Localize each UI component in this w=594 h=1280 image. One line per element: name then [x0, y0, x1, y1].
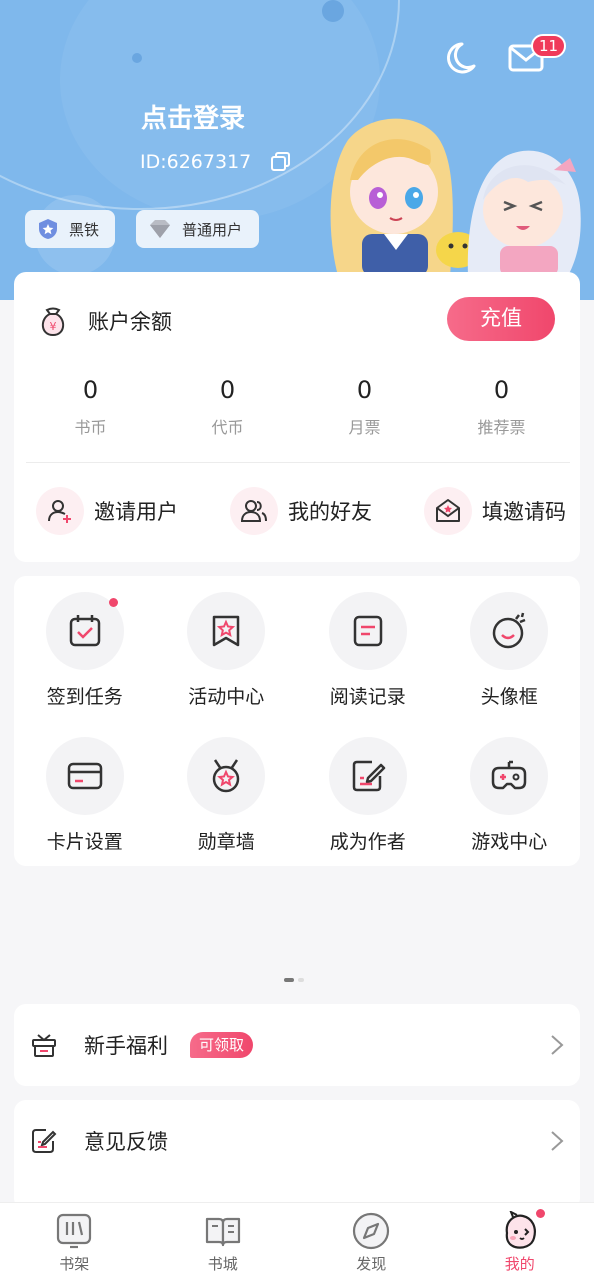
grid-item-label: 游戏中心	[471, 831, 548, 853]
user-id: ID:6267317	[140, 151, 252, 173]
calendar-check-icon	[45, 592, 124, 670]
compass-icon	[353, 1212, 390, 1250]
grid-item-card-settings[interactable]: 卡片设置	[14, 737, 156, 882]
nav-discover[interactable]: 发现	[297, 1203, 446, 1280]
stat-value: 0	[82, 376, 99, 404]
bookshelf-icon	[57, 1213, 92, 1249]
grid-item-avatar-frame[interactable]: 头像框	[439, 592, 581, 737]
bottom-nav: 书架 书城 发现 我的	[0, 1202, 594, 1280]
page-indicator-active	[284, 978, 294, 982]
svg-text:¥: ¥	[50, 320, 57, 333]
level-chip-label: 黑铁	[69, 220, 100, 239]
nav-label: 我的	[504, 1255, 535, 1273]
grid-item-label: 阅读记录	[329, 686, 406, 708]
mascot-illustration	[330, 118, 581, 276]
stat-label: 书币	[74, 418, 107, 437]
stat-monthly-tickets[interactable]: 0 月票	[296, 376, 433, 438]
notification-dot	[108, 598, 118, 607]
stat-tokens[interactable]: 0 代币	[159, 376, 296, 438]
message-badge: 11	[531, 34, 567, 58]
newbie-benefits-card[interactable]: 新手福利 可领取	[14, 1004, 580, 1086]
grid-item-label: 签到任务	[46, 686, 123, 708]
header-decoration-dot	[322, 0, 344, 22]
invite-user-label: 邀请用户	[94, 500, 178, 524]
notification-dot	[535, 1209, 545, 1218]
profile-header: 11 点击登录 ID:6267317 黑铁 普通用户	[0, 0, 594, 300]
nav-mine[interactable]: 我的	[446, 1203, 594, 1280]
edit-icon	[328, 737, 407, 815]
grid-item-game-center[interactable]: 游戏中心	[439, 737, 581, 882]
gamepad-icon	[470, 737, 549, 815]
balance-stats: 0 书币 0 代币 0 月票 0 推荐票	[14, 376, 580, 438]
book-store-icon	[205, 1217, 240, 1247]
user-type-label: 普通用户	[182, 220, 243, 239]
medal-icon	[187, 737, 266, 815]
my-friends-button[interactable]: 我的好友	[230, 487, 372, 535]
nav-label: 书架	[59, 1255, 90, 1273]
nav-label: 发现	[356, 1255, 387, 1273]
stat-label: 推荐票	[477, 418, 526, 437]
grid-item-label: 活动中心	[188, 686, 265, 708]
invite-code-button[interactable]: 填邀请码	[424, 487, 566, 535]
nav-label: 书城	[207, 1255, 238, 1273]
newbie-benefits-label: 新手福利	[84, 1034, 168, 1058]
feature-grid: 签到任务 活动中心 阅读记录 头像框 卡片设置 勋章墙 成为作者 游戏中心	[14, 592, 580, 882]
stat-value: 0	[356, 376, 373, 404]
avatar-frame-icon	[470, 592, 549, 670]
diamond-icon	[150, 220, 170, 238]
my-friends-label: 我的好友	[288, 500, 372, 524]
card-icon	[45, 737, 124, 815]
invite-code-label: 填邀请码	[482, 500, 566, 524]
document-icon	[328, 592, 407, 670]
grid-item-label: 头像框	[480, 686, 538, 708]
grid-item-reading-history[interactable]: 阅读记录	[297, 592, 439, 737]
stat-value: 0	[219, 376, 236, 404]
gift-icon	[32, 1034, 56, 1057]
balance-label: 账户余额	[88, 310, 172, 334]
chevron-right-icon	[551, 1035, 564, 1055]
grid-item-checkin[interactable]: 签到任务	[14, 592, 156, 737]
star-bookmark-icon	[187, 592, 266, 670]
grid-item-activity-center[interactable]: 活动中心	[156, 592, 298, 737]
friends-icon	[230, 487, 278, 535]
grid-item-medal-wall[interactable]: 勋章墙	[156, 737, 298, 882]
level-chip[interactable]: 黑铁	[25, 210, 115, 248]
feedback-row[interactable]: 意见反馈	[30, 1100, 564, 1182]
stat-label: 月票	[348, 418, 381, 437]
profile-page: 11 点击登录 ID:6267317 黑铁 普通用户 ¥ 账户余额 充值 0 书…	[0, 0, 594, 1280]
newbie-benefits-row[interactable]: 新手福利 可领取	[30, 1004, 564, 1086]
stat-value: 0	[493, 376, 510, 404]
grid-item-become-author[interactable]: 成为作者	[297, 737, 439, 882]
invite-code-icon	[424, 487, 472, 535]
stat-book-coins[interactable]: 0 书币	[22, 376, 159, 438]
copy-icon[interactable]	[270, 151, 292, 173]
nav-bookshelf[interactable]: 书架	[0, 1203, 149, 1280]
feedback-card[interactable]: 意见反馈	[14, 1100, 580, 1210]
grid-item-label: 勋章墙	[197, 831, 255, 853]
nav-bookstore[interactable]: 书城	[149, 1203, 298, 1280]
recharge-button[interactable]: 充值	[447, 297, 555, 341]
chevron-right-icon	[551, 1131, 564, 1151]
feedback-label: 意见反馈	[84, 1130, 168, 1154]
stat-recommend-tickets[interactable]: 0 推荐票	[433, 376, 570, 438]
user-type-chip[interactable]: 普通用户	[136, 210, 259, 248]
grid-item-label: 卡片设置	[46, 831, 123, 853]
stat-label: 代币	[211, 418, 244, 437]
profile-mascot-icon	[505, 1211, 536, 1249]
money-bag-icon: ¥	[41, 307, 65, 337]
invite-user-icon	[36, 487, 84, 535]
invite-actions: 邀请用户 我的好友 填邀请码	[36, 487, 566, 535]
page-indicator	[298, 978, 304, 982]
feedback-icon	[32, 1129, 57, 1153]
invite-user-button[interactable]: 邀请用户	[36, 487, 178, 535]
divider	[26, 462, 570, 463]
shield-icon	[39, 219, 57, 239]
account-card: ¥ 账户余额 充值 0 书币 0 代币 0 月票 0 推荐票 邀请用户 我的好友…	[14, 272, 580, 562]
claimable-badge: 可领取	[190, 1032, 254, 1058]
header-decoration-dot	[132, 53, 142, 63]
balance-header: ¥ 账户余额	[36, 304, 172, 338]
feature-grid-card: 签到任务 活动中心 阅读记录 头像框 卡片设置 勋章墙 成为作者 游戏中心	[14, 576, 580, 866]
grid-item-label: 成为作者	[329, 831, 406, 853]
night-mode-icon[interactable]	[440, 38, 480, 78]
